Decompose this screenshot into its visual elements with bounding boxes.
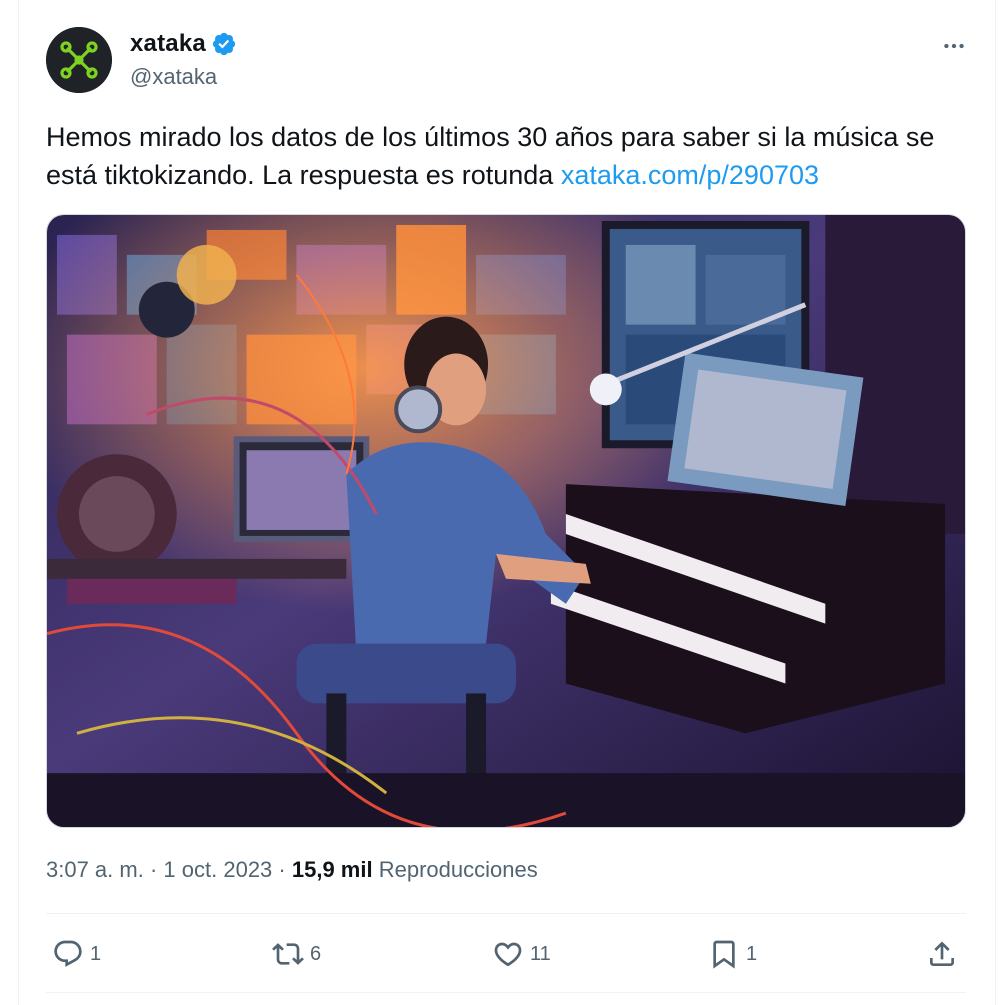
heart-icon: [494, 942, 522, 967]
author-name-row[interactable]: xataka: [130, 30, 237, 58]
share-button[interactable]: [926, 930, 958, 978]
reply-icon: [54, 940, 82, 967]
action-bar: 1 6 11 1: [46, 930, 966, 978]
tweet-date[interactable]: 1 oct. 2023: [163, 857, 272, 882]
verified-badge-icon: [211, 31, 237, 57]
illustration-man-with-headphones-playing-piano-icon: [47, 215, 965, 827]
like-button[interactable]: 11: [492, 930, 551, 978]
share-icon: [930, 941, 954, 966]
display-name[interactable]: xataka: [130, 30, 206, 58]
more-dots-icon: [944, 43, 964, 49]
tweet-text: Hemos mirado los datos de los últimos 30…: [46, 118, 966, 194]
meta-separator-2: ·: [278, 857, 286, 882]
divider-bottom: [46, 992, 966, 993]
retweet-count: 6: [310, 942, 322, 965]
retweet-icon: [272, 943, 304, 965]
more-options-button[interactable]: [932, 28, 976, 64]
avatar[interactable]: [46, 27, 112, 93]
retweet-button[interactable]: 6: [272, 930, 321, 978]
meta-separator: ·: [149, 857, 158, 882]
bookmark-button[interactable]: 1: [708, 930, 757, 978]
like-count: 11: [530, 942, 551, 965]
reply-count: 1: [90, 942, 102, 965]
xataka-logo-icon: [46, 27, 112, 93]
views-count: 15,9 mil: [291, 857, 373, 882]
divider: [46, 913, 966, 914]
bookmark-count: 1: [746, 942, 758, 965]
reply-button[interactable]: 1: [52, 930, 101, 978]
author-handle[interactable]: @xataka: [130, 64, 217, 90]
tweet-media-image[interactable]: [46, 214, 966, 828]
tweet-time[interactable]: 3:07 a. m.: [46, 857, 144, 882]
bookmark-icon: [713, 940, 735, 969]
tweet-meta: 3:07 a. m. · 1 oct. 2023 · 15,9 mil Repr…: [46, 857, 538, 883]
tweet-link[interactable]: xataka.com/p/290703: [561, 160, 819, 190]
views-label: Reproducciones: [378, 857, 538, 882]
